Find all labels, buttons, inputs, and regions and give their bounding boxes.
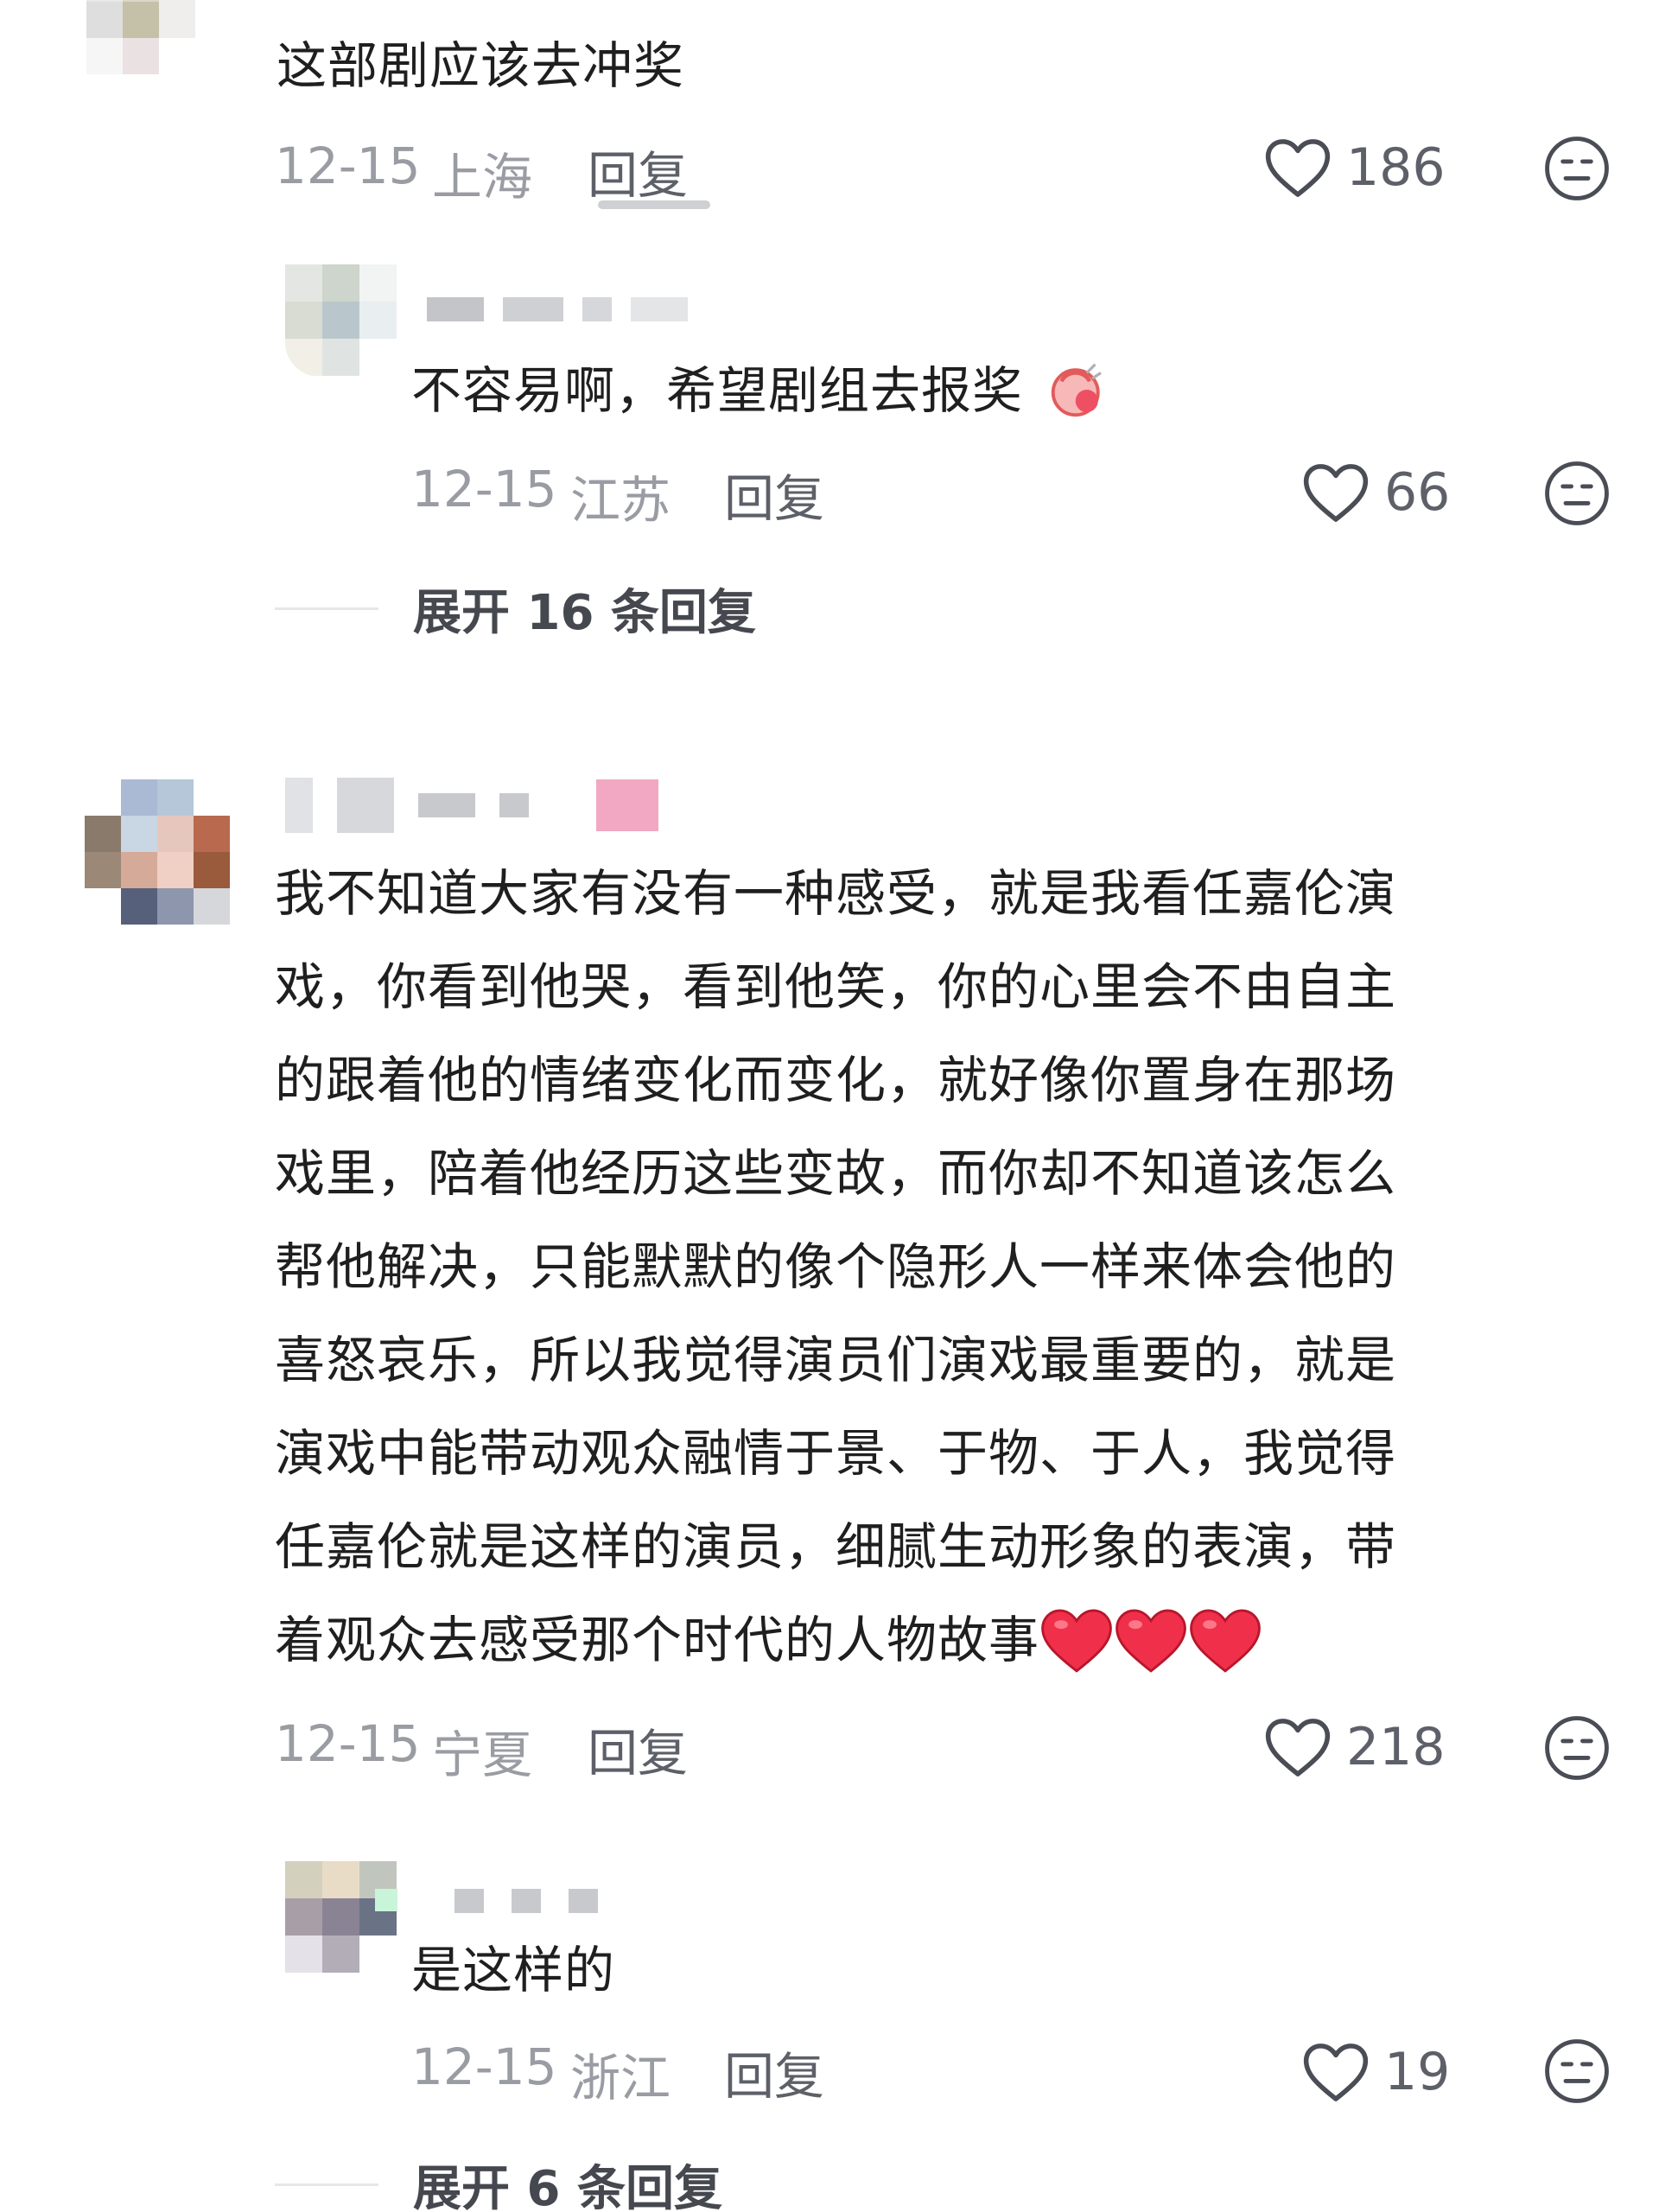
expand-divider: [275, 2183, 378, 2186]
reply-username[interactable]: [454, 1889, 598, 1913]
comment-date: 12-15: [275, 137, 421, 195]
reply-username[interactable]: [427, 297, 688, 321]
reply-avatar[interactable]: [285, 264, 397, 377]
reply-button[interactable]: 回复: [724, 2036, 824, 2108]
reply-text: 是这样的: [411, 1941, 616, 1999]
neutral-face-icon[interactable]: [1543, 135, 1611, 202]
comment-text: 我不知道大家有没有一种感受，就是我看任嘉伦演 戏，你看到他哭，看到他笑，你的心里…: [275, 847, 1588, 1687]
reply-location: 江苏: [570, 471, 671, 530]
comment-date: 12-15: [275, 1714, 421, 1773]
heart-outline-icon: [1303, 464, 1369, 522]
comment-text: 这部剧应该去冲奖: [276, 36, 685, 95]
reply-button[interactable]: 回复: [588, 135, 688, 207]
like-button[interactable]: 66: [1301, 461, 1450, 524]
reply-avatar-badge: [375, 1889, 397, 1911]
reply-avatar[interactable]: [285, 1861, 397, 1974]
neutral-face-icon[interactable]: [1543, 2037, 1611, 2105]
reply-location: 浙江: [570, 2049, 671, 2107]
avatar[interactable]: [86, 0, 195, 74]
hands-emoji: [1052, 363, 1103, 417]
reply-date: 12-15: [411, 2037, 557, 2096]
heart-outline-icon: [1265, 139, 1331, 197]
red-heart-emoji: [1190, 1609, 1261, 1673]
heart-outline-icon: [1265, 1719, 1331, 1777]
reply-button[interactable]: 回复: [724, 458, 824, 531]
red-heart-emoji: [1116, 1609, 1186, 1673]
expand-replies-button[interactable]: 展开 6 条回复: [275, 2150, 722, 2212]
expand-replies-label: 展开 16 条回复: [413, 585, 756, 641]
like-count: 19: [1384, 2042, 1451, 2102]
expand-divider: [275, 607, 378, 610]
comment-location: 上海: [432, 148, 533, 207]
like-button[interactable]: 19: [1301, 2041, 1450, 2103]
like-count: 186: [1346, 137, 1446, 198]
expand-replies-label: 展开 6 条回复: [413, 2161, 722, 2212]
like-button[interactable]: 218: [1263, 1716, 1446, 1778]
reply-date: 12-15: [411, 460, 557, 518]
expand-replies-button[interactable]: 展开 16 条回复: [275, 574, 756, 644]
neutral-face-icon[interactable]: [1543, 460, 1611, 527]
like-button[interactable]: 186: [1263, 137, 1446, 199]
red-heart-emoji: [1041, 1609, 1112, 1673]
comment-username[interactable]: [285, 778, 658, 833]
reply-button-underline: [598, 200, 710, 209]
comment-list: 这部剧应该去冲奖 12-15 上海 回复 186 不容易啊，希望剧组去报奖 12…: [0, 0, 1659, 2212]
like-count: 218: [1346, 1717, 1446, 1777]
neutral-face-icon[interactable]: [1543, 1714, 1611, 1782]
reply-text: 不容易啊，希望剧组去报奖: [411, 356, 1112, 425]
heart-outline-icon: [1303, 2044, 1369, 2101]
reply-button[interactable]: 回复: [588, 1713, 688, 1785]
like-count: 66: [1384, 462, 1451, 523]
avatar[interactable]: [85, 779, 230, 925]
comment-location: 宁夏: [432, 1726, 533, 1784]
